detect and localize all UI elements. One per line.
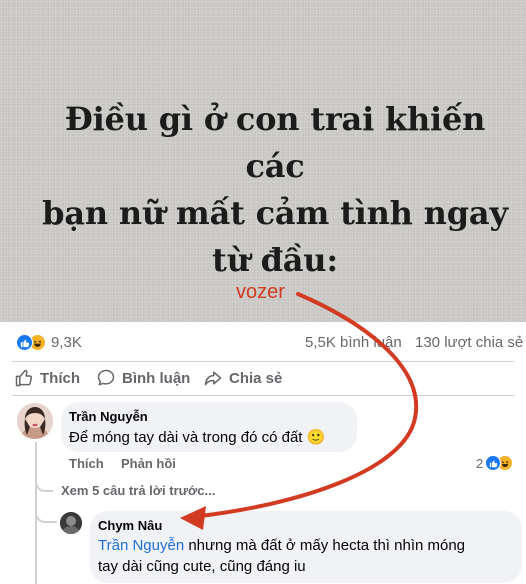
- comment-like-link[interactable]: Thích: [69, 456, 104, 471]
- share-arrow-icon: [204, 371, 222, 386]
- divider: [12, 361, 514, 362]
- reaction-count: 9,3K: [51, 334, 82, 351]
- profile-photo-icon: [17, 403, 53, 439]
- headline-line: từ đầu:: [212, 241, 338, 279]
- post-action-bar: Thích Bình luận Chia sẻ: [0, 366, 526, 392]
- comment-body: Để móng tay dài và trong đó có đất: [69, 429, 303, 446]
- reply-author[interactable]: Chym Nâu: [98, 518, 162, 533]
- like-label: Thích: [40, 369, 80, 387]
- post-image[interactable]: Điều gì ở con trai khiến các bạn nữ mất …: [0, 0, 526, 322]
- thread-connector: [35, 505, 57, 523]
- avatar[interactable]: [60, 512, 82, 534]
- comment-text: Để móng tay dài và trong đó có đất 🙂: [69, 427, 325, 448]
- comment-bubble-icon: [97, 369, 115, 386]
- thread-connector: [35, 478, 53, 492]
- watermark-text: vozer: [236, 281, 285, 303]
- reply-line-2: tay dài cũng cute, cũng đáng iu: [98, 558, 306, 575]
- divider: [12, 395, 514, 396]
- comment-reply-link[interactable]: Phản hồi: [121, 456, 176, 471]
- comments-count-link[interactable]: 5,5K bình luận: [305, 334, 402, 351]
- share-button[interactable]: Chia sẻ: [203, 368, 282, 388]
- thumbs-up-icon: [15, 369, 33, 387]
- headline-line: bạn nữ mất cảm tình ngay: [42, 194, 508, 232]
- comment-button[interactable]: Bình luận: [96, 368, 190, 388]
- mention-link[interactable]: Trần Nguyễn: [98, 537, 184, 554]
- reply-bubble: Chym Nâu Trần Nguyễn nhưng mà đất ở mấy …: [90, 511, 522, 583]
- shares-count-link[interactable]: 130 lượt chia sẻ: [415, 334, 523, 351]
- share-label: Chia sẻ: [229, 369, 283, 387]
- view-previous-replies-link[interactable]: Xem 5 câu trả lời trước...: [61, 483, 215, 498]
- profile-photo-icon: [60, 512, 82, 534]
- reply-line-1: nhưng mà đất ở mấy hecta thì nhìn móng: [184, 537, 466, 554]
- reactions-summary[interactable]: 9,3K: [16, 334, 82, 351]
- reply-text: Trần Nguyễn nhưng mà đất ở mấy hecta thì…: [98, 535, 465, 577]
- avatar[interactable]: [17, 403, 53, 439]
- comment-reactions[interactable]: 2: [476, 455, 514, 471]
- headline-line: Điều gì ở con trai khiến các: [64, 100, 486, 185]
- comment-author[interactable]: Trần Nguyễn: [69, 409, 148, 424]
- like-button[interactable]: Thích: [14, 368, 80, 388]
- post-stats: 9,3K 5,5K bình luận 130 lượt chia sẻ: [0, 322, 526, 362]
- like-reaction-icon: [16, 334, 33, 351]
- comment-bubble: Trần Nguyễn Để móng tay dài và trong đó …: [61, 402, 357, 452]
- comment-reaction-count: 2: [476, 455, 484, 471]
- post-headline: Điều gì ở con trai khiến các bạn nữ mất …: [40, 96, 510, 284]
- slight-smile-emoji: 🙂: [306, 429, 326, 446]
- comment-label: Bình luận: [122, 369, 191, 387]
